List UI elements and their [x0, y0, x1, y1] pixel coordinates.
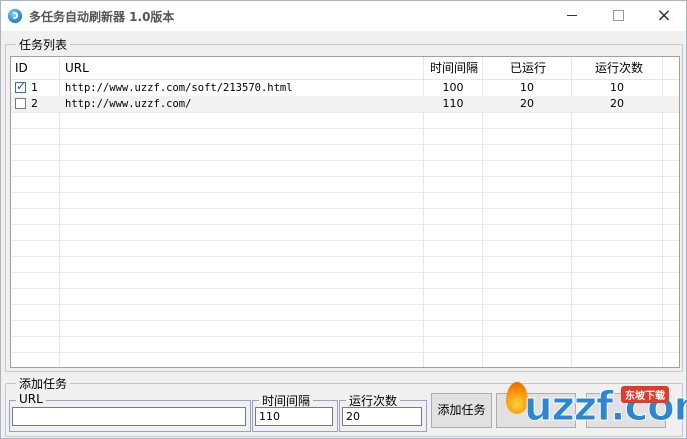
runs-input[interactable]: 20 [342, 407, 422, 426]
table-row[interactable]: 2 http://www.uzzf.com/ 110 20 20 [11, 96, 679, 112]
close-icon: × [656, 5, 672, 26]
row-total-runs: 20 [610, 97, 624, 110]
title-bar: 多任务自动刷新器 1.0版本 × [1, 1, 686, 31]
interval-input[interactable]: 110 [255, 407, 333, 426]
header-url[interactable]: URL [65, 57, 89, 79]
refresh-app-icon [8, 9, 22, 23]
header-id[interactable]: ID [15, 57, 28, 79]
maximize-icon [612, 10, 624, 21]
header-interval[interactable]: 时间间隔 [430, 57, 478, 79]
row-checkbox[interactable] [15, 79, 26, 93]
add-task-legend: 添加任务 [16, 375, 71, 392]
row-checkbox[interactable] [15, 98, 26, 109]
url-input[interactable] [12, 407, 246, 426]
watermark-logo: uzzf.com 东坡下载 [506, 378, 687, 438]
task-list-legend: 任务列表 [16, 36, 71, 53]
maximize-button[interactable] [595, 1, 641, 31]
url-label: URL [16, 392, 46, 406]
table-row[interactable]: 1 http://www.uzzf.com/soft/213570.html 1… [11, 79, 679, 96]
watermark-badge: 东坡下载 [621, 386, 669, 403]
row-interval: 100 [442, 81, 464, 94]
grid-header: ID URL 时间间隔 已运行 运行次数 [11, 57, 679, 80]
add-task-button[interactable]: 添加任务 [431, 393, 492, 428]
app-window: 多任务自动刷新器 1.0版本 × 任务列表 ID URL 时间间隔 已运行 运行… [0, 0, 687, 439]
row-run-count: 10 [520, 81, 534, 94]
task-grid[interactable]: ID URL 时间间隔 已运行 运行次数 1 http://www.uzzf.c… [10, 56, 680, 368]
row-run-count: 20 [520, 97, 534, 110]
close-button[interactable]: × [641, 1, 687, 31]
header-total-runs[interactable]: 运行次数 [595, 57, 643, 79]
row-url: http://www.uzzf.com/soft/213570.html [65, 82, 293, 94]
minimize-icon [567, 15, 577, 16]
row-id: 2 [31, 97, 38, 110]
header-run-count[interactable]: 已运行 [510, 57, 546, 79]
row-total-runs: 10 [610, 81, 624, 94]
minimize-button[interactable] [549, 1, 595, 31]
row-interval: 110 [442, 97, 464, 110]
window-title: 多任务自动刷新器 1.0版本 [29, 10, 175, 24]
row-url: http://www.uzzf.com/ [65, 98, 192, 110]
row-id: 1 [31, 81, 38, 94]
